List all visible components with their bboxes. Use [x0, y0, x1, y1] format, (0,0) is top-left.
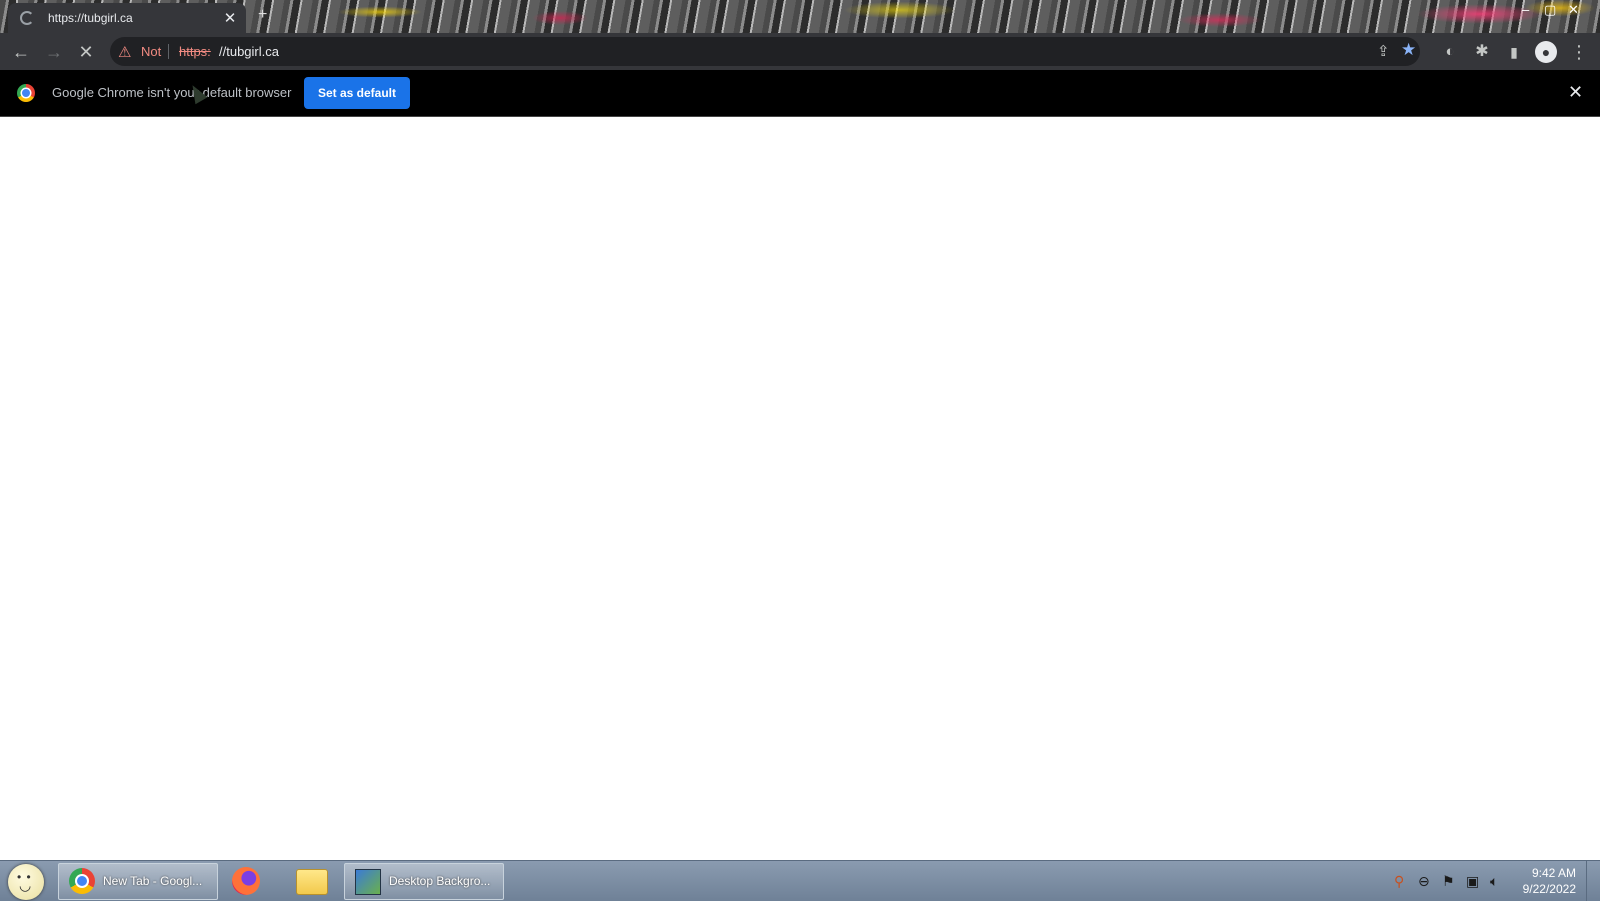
extensions-puzzle-icon[interactable]: ✱: [1471, 41, 1493, 63]
address-bar[interactable]: ⚠ Not https: //tubgirl.ca ⇪ ★: [110, 37, 1420, 66]
divider: [168, 44, 169, 59]
tray-network-icon[interactable]: ▣: [1466, 873, 1479, 890]
default-browser-infobar: Google Chrome isn't your default browser…: [0, 70, 1600, 117]
tray-circle-icon[interactable]: ⊖: [1418, 873, 1430, 890]
browser-toolbar: ← → ✕ ⚠ Not https: //tubgirl.ca ⇪ ★ ◐ ✱ …: [0, 33, 1600, 70]
window-close-icon[interactable]: ✕: [1568, 2, 1579, 18]
taskbar: New Tab - Googl... Desktop Backgro... ⚲ …: [0, 860, 1600, 901]
taskbar-item-chrome[interactable]: New Tab - Googl...: [58, 863, 218, 900]
security-status[interactable]: Not: [141, 44, 161, 59]
clock-time: 9:42 AM: [1531, 866, 1576, 880]
stop-loading-icon[interactable]: ✕: [75, 41, 97, 63]
show-desktop-button[interactable]: [1586, 861, 1600, 901]
taskbar-item-label: Desktop Backgro...: [389, 874, 491, 888]
bookmark-star-icon[interactable]: ★: [1401, 40, 1416, 60]
chrome-logo-icon: [17, 84, 35, 102]
url-scheme[interactable]: https:: [179, 44, 211, 59]
infobar-close-icon[interactable]: ✕: [1568, 82, 1583, 103]
new-tab-icon[interactable]: +: [258, 6, 267, 24]
menu-kebab-icon[interactable]: ⋮: [1568, 41, 1590, 63]
taskbar-item-desktop-background[interactable]: Desktop Backgro...: [344, 863, 504, 900]
set-as-default-button[interactable]: Set as default: [304, 77, 410, 109]
title-bar: https://tubgirl.ca ✕ + – ▢ ✕: [0, 0, 1600, 33]
taskbar-item-label: New Tab - Googl...: [103, 874, 203, 888]
page-content: [0, 117, 1600, 860]
system-clock[interactable]: 9:42 AM 9/22/2022: [1510, 865, 1576, 897]
forward-icon[interactable]: →: [43, 41, 65, 63]
chrome-icon: [69, 868, 95, 894]
tray-flag-icon[interactable]: ⚑: [1442, 873, 1455, 890]
tray-volume-icon[interactable]: 🔈︎: [1490, 873, 1498, 890]
tray-search-icon[interactable]: ⚲: [1394, 873, 1404, 890]
active-tab[interactable]: https://tubgirl.ca ✕: [8, 3, 246, 33]
tab-close-icon[interactable]: ✕: [222, 9, 238, 27]
warning-icon[interactable]: ⚠: [118, 43, 131, 61]
profile-avatar-icon[interactable]: ●: [1535, 41, 1557, 63]
desktop-background-icon: [355, 869, 381, 895]
folder-icon[interactable]: [296, 869, 328, 895]
tab-title: https://tubgirl.ca: [48, 11, 133, 25]
maximize-icon[interactable]: ▢: [1544, 2, 1556, 18]
url-host[interactable]: //tubgirl.ca: [219, 44, 279, 59]
firefox-icon[interactable]: [232, 867, 260, 895]
loading-spinner-icon: [20, 11, 34, 25]
extension-globe-icon[interactable]: ◐: [1439, 41, 1461, 63]
side-panel-icon[interactable]: ▮: [1503, 41, 1525, 63]
back-icon[interactable]: ←: [10, 41, 32, 63]
share-icon[interactable]: ⇪: [1377, 42, 1390, 60]
infobar-message: Google Chrome isn't your default browser: [52, 85, 292, 100]
start-button[interactable]: [8, 864, 44, 900]
minimize-icon[interactable]: –: [1522, 2, 1529, 17]
clock-date: 9/22/2022: [1522, 882, 1576, 896]
